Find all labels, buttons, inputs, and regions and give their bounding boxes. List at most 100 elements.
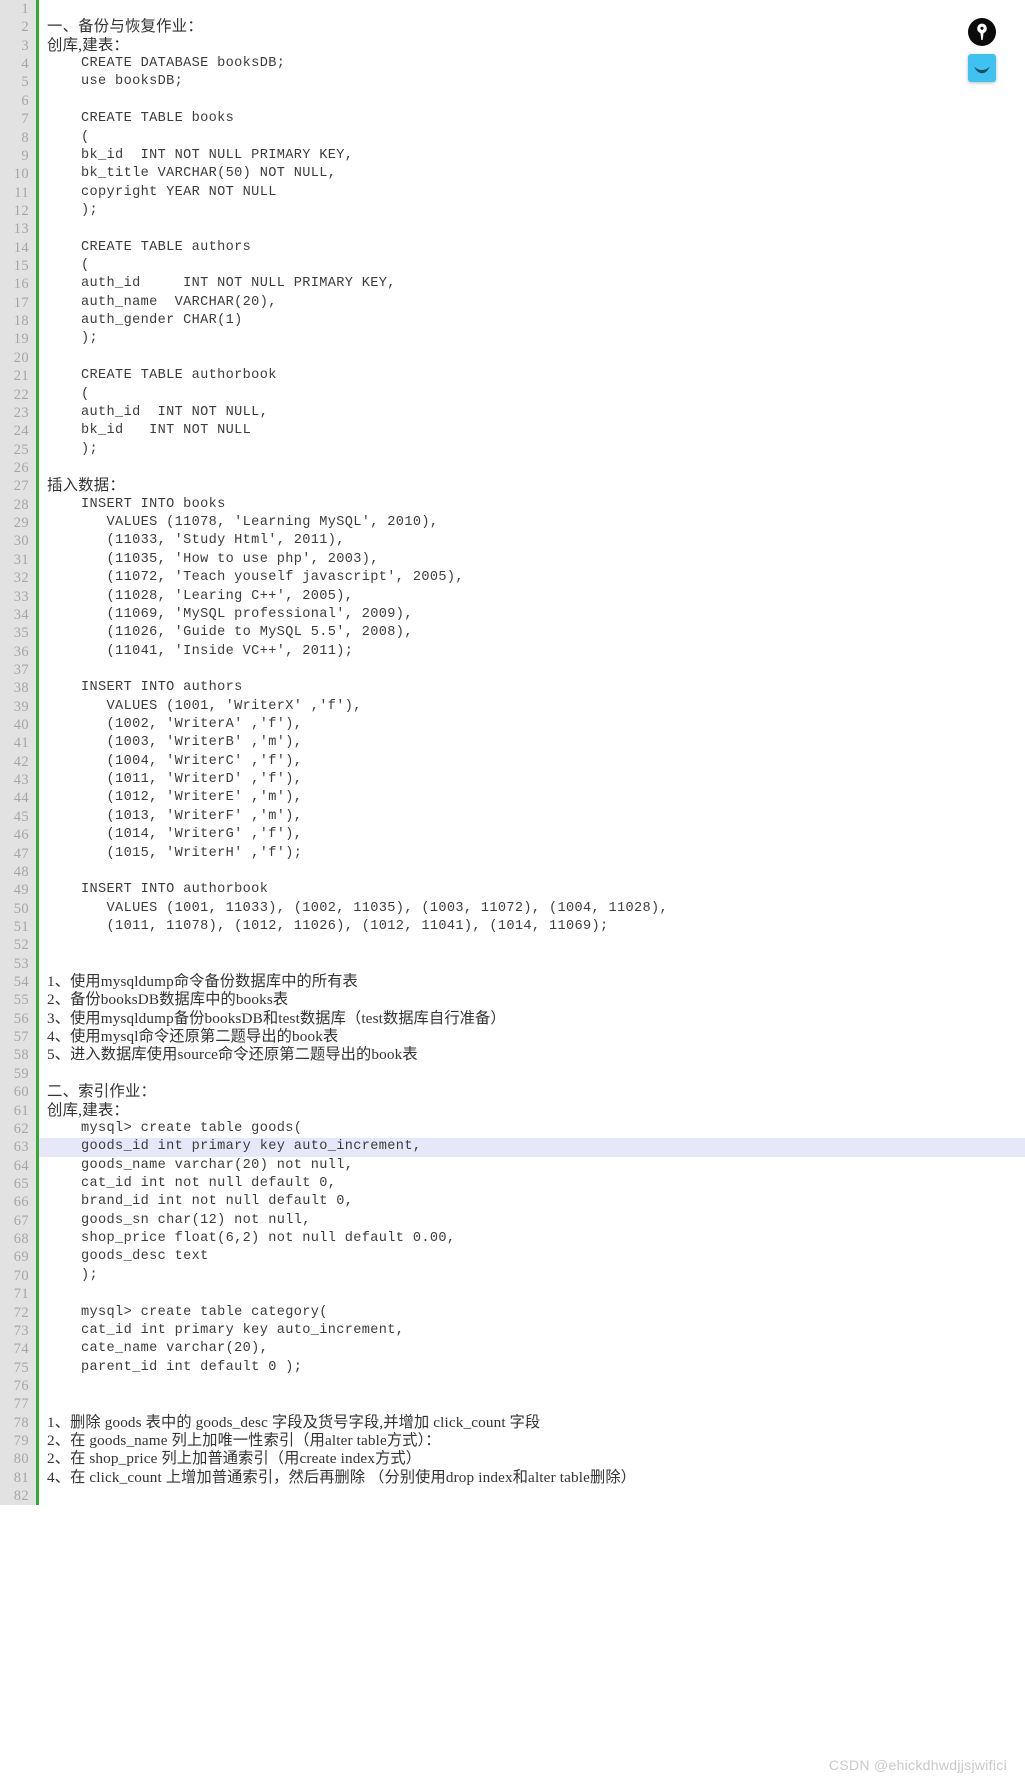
code-line[interactable]: 65 cat_id int not null default 0, xyxy=(0,1175,1025,1194)
code-line[interactable]: 41 (1003, 'WriterB' ,'m'), xyxy=(0,734,1025,753)
code-line[interactable]: 53 xyxy=(0,954,1025,974)
code-line[interactable]: 37 xyxy=(0,660,1025,680)
code-line[interactable]: 54 1、使用mysqldump命令备份数据库中的所有表 xyxy=(0,973,1025,992)
code-line[interactable]: 30 (11033, 'Study Html', 2011), xyxy=(0,532,1025,551)
line-number: 32 xyxy=(0,569,36,588)
code-line[interactable]: 19 ); xyxy=(0,330,1025,349)
code-line[interactable]: 5 use booksDB; xyxy=(0,73,1025,92)
code-line[interactable]: 52 xyxy=(0,936,1025,955)
code-line[interactable]: 25 ); xyxy=(0,440,1025,459)
code-line[interactable]: 28 INSERT INTO books xyxy=(0,495,1025,515)
code-line[interactable]: 15 ( xyxy=(0,257,1025,276)
code-line[interactable]: 73 cat_id int primary key auto_increment… xyxy=(0,1321,1025,1341)
code-line-text: (1003, 'WriterB' ,'m'), xyxy=(47,735,303,751)
line-number: 49 xyxy=(0,881,36,900)
code-line[interactable]: 13 xyxy=(0,220,1025,239)
markdown-editor-icon[interactable] xyxy=(968,54,996,82)
code-line-text: 4、使用mysql命令还原第二题导出的book表 xyxy=(47,1028,339,1046)
code-line[interactable]: 17 auth_name VARCHAR(20), xyxy=(0,293,1025,313)
code-line[interactable]: 71 xyxy=(0,1285,1025,1304)
code-line[interactable]: 79 2、在 goods_name 列上加唯一性索引（用alter table方式… xyxy=(0,1432,1025,1451)
code-line[interactable]: 14 CREATE TABLE authors xyxy=(0,238,1025,258)
code-line[interactable]: 49 INSERT INTO authorbook xyxy=(0,881,1025,900)
code-line[interactable]: 42 (1004, 'WriterC' ,'f'), xyxy=(0,752,1025,772)
code-line[interactable]: 55 2、备份booksDB数据库中的books表 xyxy=(0,991,1025,1010)
code-line[interactable]: 11 copyright YEAR NOT NULL xyxy=(0,183,1025,202)
code-line[interactable]: 74 cate_name varchar(20), xyxy=(0,1340,1025,1359)
line-number: 58 xyxy=(0,1046,36,1065)
code-line[interactable]: 62 mysql> create table goods( xyxy=(0,1119,1025,1139)
code-line[interactable]: 35 (11026, 'Guide to MySQL 5.5', 2008), xyxy=(0,624,1025,643)
code-line[interactable]: 34 (11069, 'MySQL professional', 2009), xyxy=(0,605,1025,625)
code-line[interactable]: 20 xyxy=(0,348,1025,368)
code-line[interactable]: 51 (1011, 11078), (1012, 11026), (1012, … xyxy=(0,917,1025,937)
code-line[interactable]: 33 (11028, 'Learing C++', 2005), xyxy=(0,587,1025,606)
code-line[interactable]: 44 (1012, 'WriterE' ,'m'), xyxy=(0,789,1025,808)
code-line-text: goods_name varchar(20) not null, xyxy=(47,1157,354,1173)
code-line-text: VALUES (1001, 'WriterX' ,'f'), xyxy=(47,698,362,714)
code-line[interactable]: 18 auth_gender CHAR(1) xyxy=(0,312,1025,331)
code-line[interactable]: 27 插入数据： xyxy=(0,477,1025,496)
code-line[interactable]: 48 xyxy=(0,862,1025,882)
code-line[interactable]: 58 5、进入数据库使用source命令还原第二题导出的book表 xyxy=(0,1046,1025,1065)
code-line[interactable]: 16 auth_id INT NOT NULL PRIMARY KEY, xyxy=(0,275,1025,294)
code-line[interactable]: 24 bk_id INT NOT NULL xyxy=(0,422,1025,441)
code-line[interactable]: 36 (11041, 'Inside VC++', 2011); xyxy=(0,642,1025,661)
code-line-text: 二、索引作业： xyxy=(47,1083,157,1101)
code-line[interactable]: 29 VALUES (11078, 'Learning MySQL', 2010… xyxy=(0,514,1025,533)
code-line[interactable]: 50 VALUES (1001, 11033), (1002, 11035), … xyxy=(0,899,1025,918)
code-line[interactable]: 69 goods_desc text xyxy=(0,1248,1025,1267)
code-line[interactable]: 12 ); xyxy=(0,201,1025,221)
line-number: 71 xyxy=(0,1285,36,1304)
code-line[interactable]: 61 创库,建表： xyxy=(0,1101,1025,1120)
code-line[interactable]: 26 xyxy=(0,458,1025,478)
code-line[interactable]: 39 VALUES (1001, 'WriterX' ,'f'), xyxy=(0,697,1025,717)
code-line[interactable]: 7 CREATE TABLE books xyxy=(0,110,1025,129)
code-line[interactable]: 6 xyxy=(0,91,1025,111)
code-line[interactable]: 47 (1015, 'WriterH' ,'f'); xyxy=(0,844,1025,863)
code-line[interactable]: 31 (11035, 'How to use php', 2003), xyxy=(0,550,1025,570)
code-line[interactable]: 64 goods_name varchar(20) not null, xyxy=(0,1156,1025,1175)
code-line[interactable]: 38 INSERT INTO authors xyxy=(0,679,1025,698)
code-line[interactable]: 68 shop_price float(6,2) not null defaul… xyxy=(0,1230,1025,1249)
code-line[interactable]: 59 xyxy=(0,1064,1025,1084)
code-line[interactable]: 67 goods_sn char(12) not null, xyxy=(0,1211,1025,1231)
code-line[interactable]: 81 4、在 click_count 上增加普通索引，然后再删除 （分别使用dro… xyxy=(0,1468,1025,1488)
code-line[interactable]: 66 brand_id int not null default 0, xyxy=(0,1193,1025,1212)
code-line[interactable]: 75 parent_id int default 0 ); xyxy=(0,1358,1025,1377)
code-line[interactable]: 72 mysql> create table category( xyxy=(0,1303,1025,1322)
code-line[interactable]: 82 xyxy=(0,1487,1025,1506)
code-line[interactable]: 80 2、在 shop_price 列上加普通索引（用create index方式… xyxy=(0,1450,1025,1469)
pen-nib-icon[interactable] xyxy=(968,18,996,46)
code-line[interactable]: 56 3、使用mysqldump备份booksDB和test数据库（test数据库… xyxy=(0,1009,1025,1029)
code-line[interactable]: 4 CREATE DATABASE booksDB; xyxy=(0,55,1025,74)
code-line[interactable]: 3 创库,建表： xyxy=(0,36,1025,56)
code-line-text: ); xyxy=(47,202,99,218)
code-line[interactable]: 40 (1002, 'WriterA' ,'f'), xyxy=(0,716,1025,735)
code-block[interactable]: 1 2 一、备份与恢复作业： 3 创库,建表： 4 CREATE DATABASE boo… xyxy=(0,0,1025,1506)
line-number: 52 xyxy=(0,936,36,955)
line-number: 38 xyxy=(0,679,36,698)
code-line[interactable]: 2 一、备份与恢复作业： xyxy=(0,18,1025,37)
line-number: 82 xyxy=(0,1487,36,1506)
code-line[interactable]: 43 (1011, 'WriterD' ,'f'), xyxy=(0,771,1025,790)
code-line[interactable]: 9 bk_id INT NOT NULL PRIMARY KEY, xyxy=(0,146,1025,166)
code-line[interactable]: 10 bk_title VARCHAR(50) NOT NULL, xyxy=(0,165,1025,184)
code-line[interactable]: 45 (1013, 'WriterF' ,'m'), xyxy=(0,807,1025,827)
code-line[interactable]: 63 goods_id int primary key auto_increme… xyxy=(0,1138,1025,1157)
code-line[interactable]: 77 xyxy=(0,1395,1025,1414)
code-line[interactable]: 78 1、删除 goods 表中的 goods_desc 字段及货号字段,并增加 … xyxy=(0,1413,1025,1433)
code-line[interactable]: 22 ( xyxy=(0,385,1025,404)
code-line[interactable]: 1 xyxy=(0,0,1025,19)
code-line[interactable]: 60 二、索引作业： xyxy=(0,1083,1025,1102)
code-line[interactable]: 8 ( xyxy=(0,128,1025,147)
code-line[interactable]: 21 CREATE TABLE authorbook xyxy=(0,367,1025,386)
code-line[interactable]: 46 (1014, 'WriterG' ,'f'), xyxy=(0,826,1025,845)
code-line[interactable]: 57 4、使用mysql命令还原第二题导出的book表 xyxy=(0,1028,1025,1047)
code-line[interactable]: 23 auth_id INT NOT NULL, xyxy=(0,403,1025,423)
code-line-text: mysql> create table goods( xyxy=(47,1120,303,1136)
code-line[interactable]: 70 ); xyxy=(0,1266,1025,1286)
code-line-text: CREATE TABLE authorbook xyxy=(47,368,277,384)
code-line[interactable]: 32 (11072, 'Teach youself javascript', 2… xyxy=(0,569,1025,588)
code-line[interactable]: 76 xyxy=(0,1376,1025,1396)
